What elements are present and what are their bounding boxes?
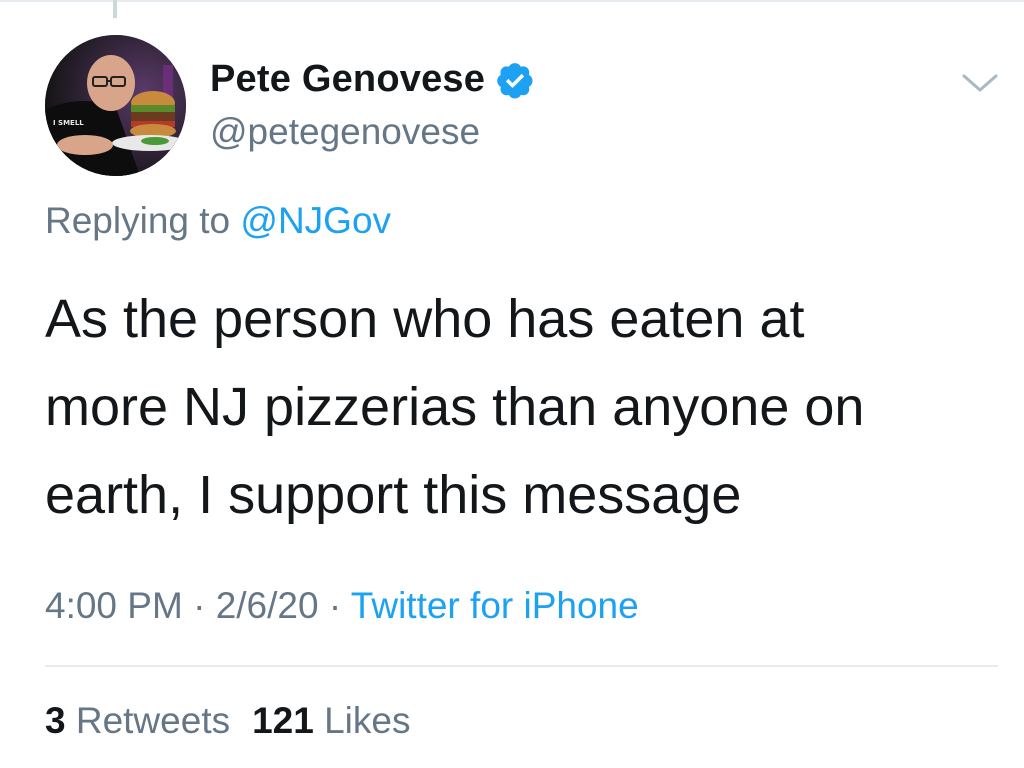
retweets-count: 3 <box>45 700 66 741</box>
meta-separator: · <box>328 585 342 626</box>
tweet-time[interactable]: 4:00 PM <box>45 585 183 626</box>
thread-connector-line <box>113 0 117 18</box>
author-handle[interactable]: @petegenovese <box>210 111 480 153</box>
likes-count: 121 <box>252 700 314 741</box>
tweet-text-line: As the person who has eaten at <box>45 289 805 349</box>
verified-badge-icon <box>495 60 535 100</box>
tweet-source-link[interactable]: Twitter for iPhone <box>351 585 639 626</box>
retweets-stat[interactable]: 3 Retweets <box>45 700 230 741</box>
tweet-stats: 3 Retweets 121 Likes <box>45 700 411 742</box>
likes-label: Likes <box>324 700 411 741</box>
divider <box>45 665 998 667</box>
reply-mention-link[interactable]: @NJGov <box>240 200 391 241</box>
tweet-text: As the person who has eaten at more NJ p… <box>45 275 985 539</box>
meta-separator: · <box>193 585 206 626</box>
chevron-down-icon[interactable] <box>960 70 1000 96</box>
author-name-row: Pete Genovese <box>210 58 535 101</box>
replying-to-prefix: Replying to <box>45 200 231 241</box>
top-border <box>0 0 1024 2</box>
retweets-label: Retweets <box>75 700 231 741</box>
author-display-name[interactable]: Pete Genovese <box>210 58 485 101</box>
tweet-text-line: earth, I support this message <box>45 465 742 525</box>
tweet-meta: 4:00 PM · 2/6/20 · Twitter for iPhone <box>45 585 639 627</box>
profile-photo: I SMELL <box>45 35 186 176</box>
tweet-date[interactable]: 2/6/20 <box>216 585 319 626</box>
tweet-detail: I SMELL Pete Genovese @petegenovese Repl… <box>0 0 1024 768</box>
avatar[interactable]: I SMELL <box>45 35 186 176</box>
replying-to: Replying to @NJGov <box>45 200 391 242</box>
avatar-shirt-text: I SMELL <box>53 119 84 127</box>
likes-stat[interactable]: 121 Likes <box>252 700 410 741</box>
tweet-text-line: more NJ pizzerias than anyone on <box>45 377 865 437</box>
